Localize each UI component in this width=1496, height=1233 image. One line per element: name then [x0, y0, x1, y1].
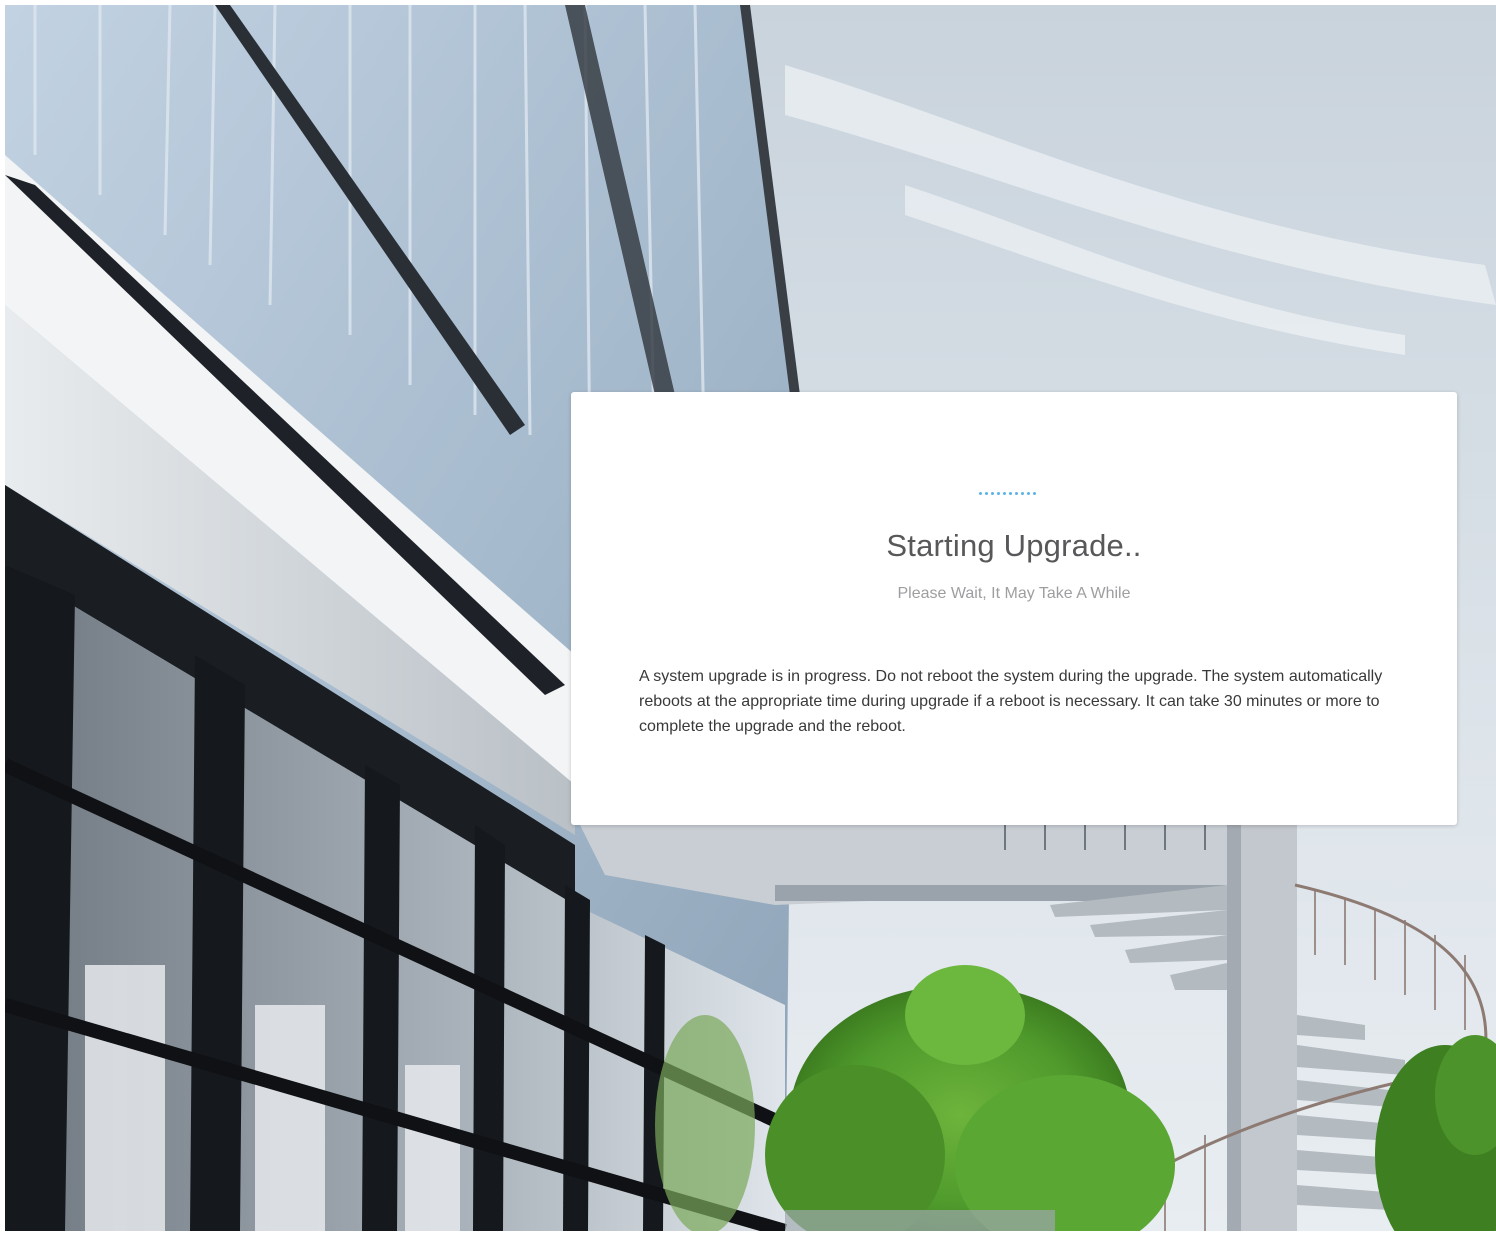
upgrade-message: A system upgrade is in progress. Do not … [639, 668, 1383, 735]
dotted-progress-icon [979, 492, 1036, 496]
upgrade-dialog: Starting Upgrade.. Please Wait, It May T… [571, 392, 1457, 825]
dialog-subtitle: Please Wait, It May Take A While [897, 585, 1131, 602]
login-background-stage: Starting Upgrade.. Please Wait, It May T… [5, 5, 1496, 1231]
dialog-title: Starting Upgrade.. [886, 528, 1142, 563]
